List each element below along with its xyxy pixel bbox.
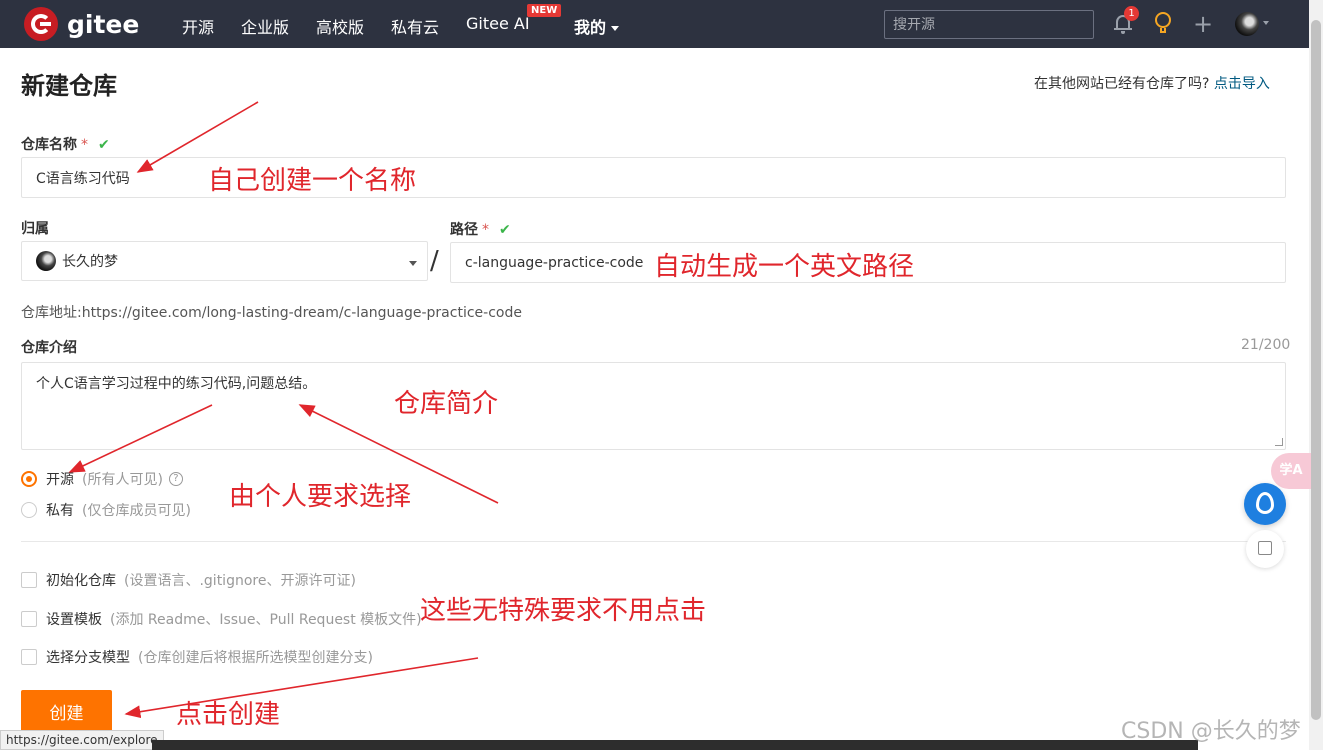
translate-icon[interactable]: 学A xyxy=(1271,453,1311,489)
visibility-private[interactable]: 私有 (仅仓库成员可见) xyxy=(21,500,191,520)
annotation-name: 自己创建一个名称 xyxy=(208,166,417,196)
bottom-bar xyxy=(152,740,1198,750)
desc-value: 个人C语言学习过程中的练习代码,问题总结。 xyxy=(36,376,317,392)
visibility-private-label: 私有 xyxy=(46,503,74,519)
path-separator: / xyxy=(430,246,439,276)
status-bar-url: https://gitee.com/explore xyxy=(0,730,164,750)
checkbox[interactable] xyxy=(21,649,37,665)
nav-item-open-source[interactable]: 开源 xyxy=(182,14,214,38)
desc-textarea[interactable]: 个人C语言学习过程中的练习代码,问题总结。 xyxy=(21,362,1286,450)
avatar-chevron-down-icon[interactable] xyxy=(1263,21,1269,25)
annotation-options: 这些无特殊要求不用点击 xyxy=(420,596,707,626)
option-init-label: 初始化仓库 xyxy=(46,573,116,589)
top-nav: gitee 开源 企业版 高校版 私有云 Gitee AI NEW 我的 1 + xyxy=(0,0,1310,48)
option-init-repo[interactable]: 初始化仓库 (设置语言、.gitignore、开源许可证) xyxy=(21,570,356,590)
edit-icon[interactable] xyxy=(1246,530,1284,568)
checkbox[interactable] xyxy=(21,611,37,627)
create-button[interactable]: 创建 xyxy=(21,690,112,732)
repo-name-label-text: 仓库名称 xyxy=(21,137,77,153)
check-icon: ✔ xyxy=(98,137,110,153)
visibility-public[interactable]: 开源 (所有人可见) ? xyxy=(21,469,183,489)
repo-name-label: 仓库名称 * ✔ xyxy=(21,134,110,154)
visibility-private-hint: (仅仓库成员可见) xyxy=(82,503,191,519)
required-mark: * xyxy=(81,137,88,153)
nav-item-mine[interactable]: 我的 xyxy=(574,14,620,38)
visibility-public-hint: (所有人可见) xyxy=(82,472,163,488)
plus-icon[interactable]: + xyxy=(1193,12,1213,36)
option-template[interactable]: 设置模板 (添加 Readme、Issue、Pull Request 模板文件) xyxy=(21,609,422,629)
chevron-down-icon xyxy=(611,26,620,31)
owner-select[interactable]: 长久的梦 xyxy=(21,241,428,281)
resize-handle-icon[interactable] xyxy=(1275,438,1283,446)
radio-selected[interactable] xyxy=(21,471,37,487)
scrollbar-thumb[interactable] xyxy=(1311,20,1321,720)
assistant-icon[interactable] xyxy=(1244,483,1286,525)
option-branch-model[interactable]: 选择分支模型 (仓库创建后将根据所选模型创建分支) xyxy=(21,647,373,667)
avatar[interactable] xyxy=(1235,12,1259,36)
desc-label: 仓库介绍 xyxy=(21,340,77,356)
desc-counter: 21/200 xyxy=(1241,337,1291,353)
check-icon: ✔ xyxy=(499,222,511,238)
annotation-visibility: 由个人要求选择 xyxy=(229,482,412,512)
import-link[interactable]: 点击导入 xyxy=(1214,76,1270,92)
option-branch-hint: (仓库创建后将根据所选模型创建分支) xyxy=(138,650,373,666)
nav-item-private-cloud[interactable]: 私有云 xyxy=(391,14,439,38)
annotation-create: 点击创建 xyxy=(176,700,281,730)
nav-item-enterprise[interactable]: 企业版 xyxy=(241,14,289,38)
checkbox[interactable] xyxy=(21,572,37,588)
visibility-public-label: 开源 xyxy=(46,472,74,488)
repo-address: 仓库地址:https://gitee.com/long-lasting-drea… xyxy=(21,302,522,322)
new-badge: NEW xyxy=(527,4,562,17)
page-title: 新建仓库 xyxy=(21,72,117,100)
required-mark: * xyxy=(482,222,489,238)
option-template-hint: (添加 Readme、Issue、Pull Request 模板文件) xyxy=(110,612,422,628)
notification-badge: 1 xyxy=(1124,6,1139,21)
nav-item-education[interactable]: 高校版 xyxy=(316,14,364,38)
gitee-logo[interactable]: gitee xyxy=(24,7,139,41)
path-value: c-language-practice-code xyxy=(465,254,644,271)
owner-value: 长久的梦 xyxy=(62,254,118,270)
divider xyxy=(21,541,1286,542)
import-prompt: 在其他网站已经有仓库了吗? 点击导入 xyxy=(1034,73,1270,93)
path-label: 路径 * ✔ xyxy=(450,219,511,239)
gitee-logo-icon xyxy=(24,7,58,41)
question-icon[interactable]: ? xyxy=(168,472,183,486)
lightbulb-icon[interactable] xyxy=(1155,12,1171,34)
radio-unselected[interactable] xyxy=(21,502,37,518)
annotation-desc: 仓库简介 xyxy=(394,389,499,419)
owner-avatar xyxy=(36,251,56,271)
watermark: CSDN @长久的梦 xyxy=(1121,719,1301,744)
import-prompt-text: 在其他网站已经有仓库了吗? xyxy=(1034,76,1210,92)
search-input[interactable] xyxy=(884,10,1094,39)
owner-label: 归属 xyxy=(21,221,49,237)
repo-address-label: 仓库地址: xyxy=(21,305,82,321)
repo-address-value: https://gitee.com/long-lasting-dream/c-l… xyxy=(81,305,522,321)
repo-name-value: C语言练习代码 xyxy=(36,170,130,187)
annotation-path: 自动生成一个英文路径 xyxy=(654,252,915,282)
option-init-hint: (设置语言、.gitignore、开源许可证) xyxy=(124,573,356,589)
nav-item-mine-label: 我的 xyxy=(574,18,607,37)
nav-item-gitee-ai[interactable]: Gitee AI xyxy=(466,14,530,33)
logo-text: gitee xyxy=(67,9,140,39)
path-label-text: 路径 xyxy=(450,222,478,238)
option-branch-label: 选择分支模型 xyxy=(46,650,130,666)
chevron-down-icon xyxy=(409,261,417,266)
option-template-label: 设置模板 xyxy=(46,612,102,628)
